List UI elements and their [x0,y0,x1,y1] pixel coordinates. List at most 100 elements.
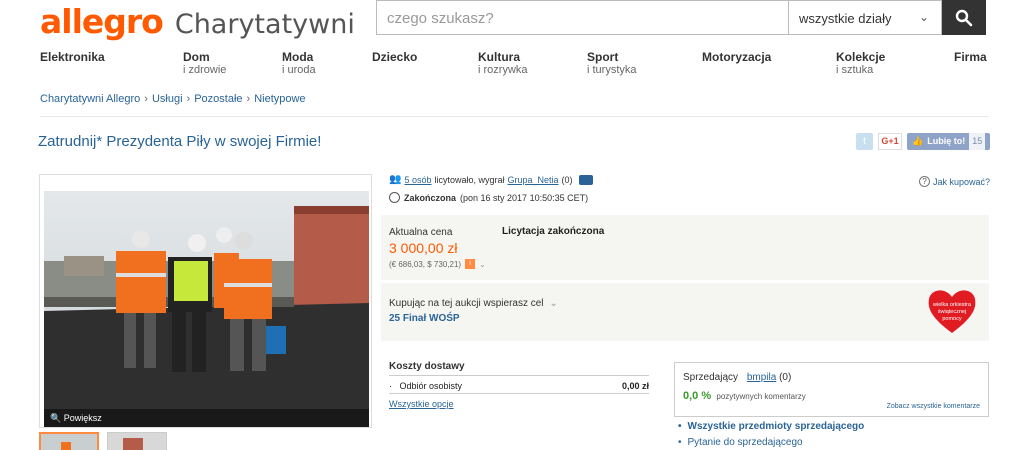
category-title: Moda [282,50,314,64]
shipping-costs: Koszty dostawy · Odbiór osobisty 0,00 zł… [389,361,649,409]
category-title: Sport [587,50,619,64]
seller-name-link[interactable]: bmpila [747,372,776,383]
charity-cause[interactable]: 25 Finał WOŚP [389,313,460,324]
thumb-up-icon: 👍 [912,136,924,146]
svg-text:pomocy: pomocy [942,316,962,322]
charity-support-label: Kupując na tej aukcji wspierasz cel [389,298,544,309]
breadcrumb-item[interactable]: Nietypowe [254,93,305,105]
charity-box: Kupując na tej aukcji wspierasz cel ⌄ 25… [381,283,989,341]
svg-text:wielka orkiestra: wielka orkiestra [932,302,972,308]
bidders-text: licytowało, wygrał [434,174,505,185]
winner-score: (0) [561,174,573,185]
thumbnail[interactable] [39,432,99,450]
category-select[interactable]: wszystkie działy ⌄ [788,0,942,35]
category-kultura[interactable]: Kultura i rozrywka [478,51,528,76]
facebook-like-button[interactable]: 👍 Lubię to! 15 [907,133,991,150]
bidders-link[interactable]: 5 osób [404,175,431,185]
category-nav: Elektronika Dom i zdrowie Moda i uroda D… [0,51,1026,81]
all-shipping-options-link[interactable]: Wszystkie opcje [389,399,649,409]
seller-score: (0) [779,372,792,383]
thumbnail-image [108,433,166,450]
offer-photo[interactable]: 🔍 Powiększ [39,174,372,428]
breadcrumb-separator: › [186,93,191,105]
breadcrumb-separator: › [246,93,251,105]
category-subtitle: i uroda [282,64,316,76]
page-title: Zatrudnij* Prezydenta Piły w swojej Firm… [38,133,322,150]
shipping-heading: Koszty dostawy [389,361,649,376]
search-button[interactable] [942,0,986,35]
clock-icon [389,192,400,203]
foreign-price: (€ 686,03, $ 730,21) i ⌄ [389,259,486,269]
shipping-price: 0,00 zł [621,381,649,391]
briefcase-icon [578,174,593,185]
category-subtitle: i turystyka [587,64,637,76]
seller-items-label: Wszystkie przedmioty sprzedającego [687,421,865,432]
chevron-down-icon: ⌄ [549,298,558,309]
breadcrumb-item[interactable]: Charytatywni Allegro [40,93,140,105]
price-label: Aktualna cena [389,227,453,238]
breadcrumb-item[interactable]: Usługi [152,93,183,105]
seller-label: Sprzedający [683,372,739,383]
shipping-row: · Odbiór osobisty 0,00 zł [389,381,649,394]
social-buttons: t G+1 👍 Lubię to! 15 [856,133,991,150]
divider [40,116,988,117]
category-motoryzacja[interactable]: Motoryzacja [702,51,771,64]
breadcrumb: Charytatywni Allegro › Usługi › Pozostałe › Ni… [40,93,306,105]
category-sport[interactable]: Sport i turystyka [587,51,637,76]
foreign-price-value: (€ 686,03, $ 730,21) [389,259,462,269]
category-select-value: wszystkie działy [799,11,892,26]
fb-like-label: Lubię to! [927,136,966,146]
magnifier-icon: 🔍 [50,413,62,423]
thumbnail[interactable] [107,432,167,450]
category-subtitle: i zdrowie [183,64,227,76]
auction-state: Licytacja zakończona [502,226,605,237]
photo-image [44,191,369,427]
category-subtitle: i rozrywka [478,64,528,76]
gplus-share-button[interactable]: G+1 [878,133,902,150]
seller-rating: 0,0 % pozytywnych komentarzy [683,390,806,402]
info-icon[interactable]: i [465,259,476,269]
charity-support-text[interactable]: Kupując na tej aukcji wspierasz cel ⌄ [389,298,558,309]
bidders-info: 👥 5 osób licytowało, wygrał Grupa_Netia … [389,174,593,185]
positive-percentage: 0,0 % [683,390,712,402]
seller-box: Sprzedający bmpila (0) 0,0 % pozytywnych… [674,362,989,417]
category-title: Dziecko [372,50,418,64]
zoom-label: Powiększ [63,413,102,423]
category-title: Motoryzacja [702,50,772,64]
bullet-icon: • [678,437,682,448]
fb-like-count: 15 [969,133,986,150]
all-comments-link[interactable]: Zobacz wszystkie komentarze [887,403,980,410]
category-firma[interactable]: Firma [954,51,987,64]
category-dziecko[interactable]: Dziecko [372,51,417,64]
auction-status: Zakończona (pon 16 sty 2017 10:50:35 CET… [389,192,588,203]
category-moda[interactable]: Moda i uroda [282,51,316,76]
how-to-buy-link[interactable]: ? Jak kupować? [919,176,990,187]
breadcrumb-item[interactable]: Pozostałe [194,93,242,105]
category-dom[interactable]: Dom i zdrowie [183,51,226,76]
chevron-down-icon[interactable]: ⌄ [479,260,486,269]
svg-text:świątecznej: świątecznej [938,309,966,315]
search-input[interactable]: czego szukasz? [376,0,788,35]
breadcrumb-separator: › [144,93,148,105]
status-label: Zakończona [404,192,457,203]
category-kolekcje[interactable]: Kolekcje i sztuka [836,51,885,76]
category-subtitle: i sztuka [836,64,874,76]
category-elektronika[interactable]: Elektronika [40,51,105,64]
positive-text: pozytywnych komentarzy [716,392,806,401]
allegro-logo[interactable]: allegro Charytatywni [40,2,355,41]
category-title: Dom [183,50,210,64]
search-icon [955,9,973,26]
chevron-down-icon: ⌄ [918,10,929,24]
current-price: 3 000,00 zł [389,240,458,256]
shipping-method-name: Odbiór osobisty [399,381,463,391]
twitter-share-button[interactable]: t [856,133,873,150]
winner-link[interactable]: Grupa_Netia [508,175,559,185]
brand-name: allegro [40,2,164,41]
bullet-icon: • [678,421,682,432]
status-date: (pon 16 sty 2017 10:50:35 CET) [460,192,589,203]
people-icon: 👥 [389,174,402,185]
seller-items-link[interactable]: • Wszystkie przedmioty sprzedającego [678,421,864,432]
ask-seller-link[interactable]: • Pytanie do sprzedającego [678,437,803,448]
thumbnail-image [41,434,97,450]
zoom-button[interactable]: 🔍 Powiększ [44,409,369,427]
